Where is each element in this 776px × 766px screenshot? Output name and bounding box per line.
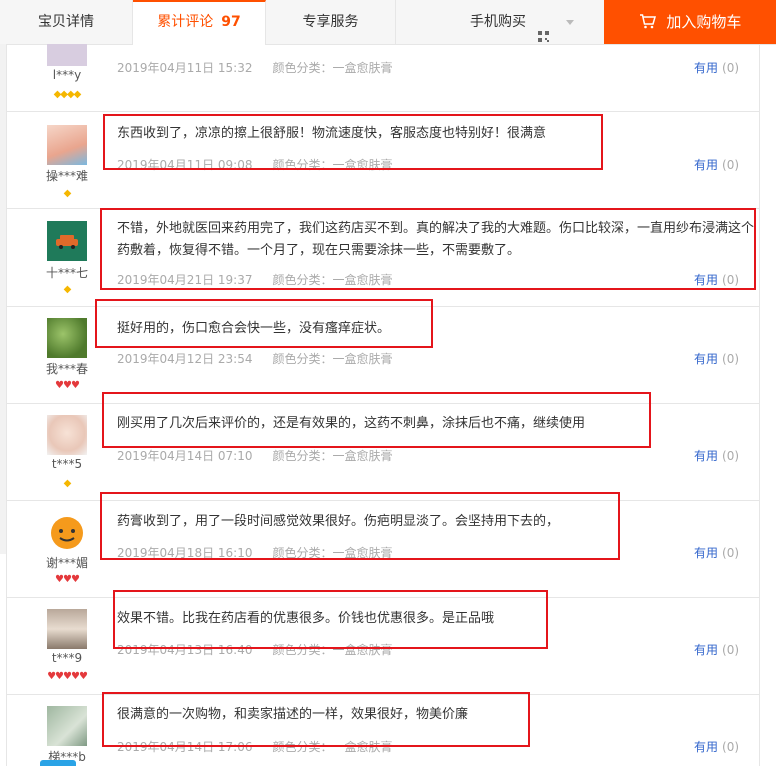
useful-count: (0) bbox=[722, 740, 740, 754]
taskbar-icon bbox=[40, 760, 76, 766]
useful-count: (0) bbox=[722, 158, 740, 172]
review-item: l***y ◆◆◆◆ 2019年04月11日 15:32 颜色分类：一盒愈肤膏 有… bbox=[7, 44, 759, 112]
cartoon-avatar-icon bbox=[51, 517, 83, 549]
user-rank-icon: ♥♥♥♥♥ bbox=[47, 671, 88, 682]
tab-item-details[interactable]: 宝贝详情 bbox=[0, 0, 133, 44]
review-meta: 2019年04月12日 23:54 颜色分类：一盒愈肤膏 bbox=[117, 350, 393, 367]
add-to-cart-button[interactable]: 加入购物车 bbox=[604, 0, 776, 44]
user-rank-icon: ◆ bbox=[63, 284, 72, 295]
chevron-down-icon bbox=[565, 19, 574, 25]
highlight-box bbox=[100, 208, 756, 290]
useful-count: (0) bbox=[722, 449, 740, 463]
tab-reviews[interactable]: 累计评论 97 bbox=[133, 0, 266, 45]
useful-button[interactable]: 有用 (0) bbox=[694, 641, 739, 658]
avatar bbox=[47, 44, 87, 66]
user-name: 操***难 bbox=[45, 169, 88, 183]
qr-code-icon bbox=[538, 16, 550, 42]
useful-count: (0) bbox=[722, 61, 740, 75]
cart-icon bbox=[639, 13, 656, 28]
useful-button[interactable]: 有用 (0) bbox=[694, 544, 739, 561]
avatar bbox=[47, 125, 87, 165]
highlight-box bbox=[103, 114, 603, 170]
highlight-box bbox=[113, 590, 548, 649]
review-meta: 2019年04月14日 07:10 颜色分类：一盒愈肤膏 bbox=[117, 447, 393, 464]
highlight-box bbox=[102, 692, 530, 747]
avatar bbox=[47, 221, 87, 261]
review-color: 颜色分类：一盒愈肤膏 bbox=[272, 61, 393, 75]
user-rank-icon: ◆ bbox=[63, 478, 72, 489]
useful-button[interactable]: 有用 (0) bbox=[694, 447, 739, 464]
useful-count: (0) bbox=[722, 643, 740, 657]
user-name: t***5 bbox=[51, 457, 83, 471]
highlight-box bbox=[100, 492, 620, 560]
tab-services[interactable]: 专享服务 bbox=[266, 0, 396, 44]
user-rank-icon: ♥♥♥ bbox=[55, 380, 80, 391]
user-name: l***y bbox=[52, 68, 82, 82]
user-rank-icon: ◆◆◆◆ bbox=[53, 89, 82, 100]
user-rank-icon: ◆ bbox=[63, 188, 72, 199]
useful-button[interactable]: 有用 (0) bbox=[694, 738, 739, 755]
user-name: 十***七 bbox=[45, 266, 88, 280]
avatar bbox=[47, 706, 87, 746]
review-date: 2019年04月11日 15:32 bbox=[117, 61, 253, 75]
user-name: t***9 bbox=[51, 651, 83, 665]
tab-bar: 宝贝详情 累计评论 97 专享服务 手机购买 加入购物车 bbox=[0, 0, 776, 45]
avatar bbox=[47, 512, 87, 552]
review-date: 2019年04月12日 23:54 bbox=[117, 352, 253, 366]
useful-button[interactable]: 有用 (0) bbox=[694, 350, 739, 367]
user-name: 我***春 bbox=[45, 362, 88, 376]
review-meta: 2019年04月11日 15:32 颜色分类：一盒愈肤膏 bbox=[117, 59, 393, 76]
review-date: 2019年04月14日 07:10 bbox=[117, 449, 253, 463]
mobile-buy-button[interactable]: 手机购买 bbox=[470, 0, 602, 44]
highlight-box bbox=[102, 392, 651, 448]
user-rank-icon: ♥♥♥ bbox=[55, 574, 80, 585]
user-name: 谢***媚 bbox=[45, 556, 88, 570]
avatar bbox=[47, 318, 87, 358]
highlight-box bbox=[95, 299, 433, 348]
review-count: 97 bbox=[221, 14, 241, 30]
review-color: 颜色分类：一盒愈肤膏 bbox=[272, 449, 393, 463]
useful-count: (0) bbox=[722, 352, 740, 366]
car-icon bbox=[56, 235, 78, 249]
useful-button[interactable]: 有用 (0) bbox=[694, 156, 739, 173]
review-color: 颜色分类：一盒愈肤膏 bbox=[272, 352, 393, 366]
useful-button[interactable]: 有用 (0) bbox=[694, 59, 739, 76]
useful-count: (0) bbox=[722, 546, 740, 560]
avatar bbox=[47, 609, 87, 649]
avatar bbox=[47, 415, 87, 455]
